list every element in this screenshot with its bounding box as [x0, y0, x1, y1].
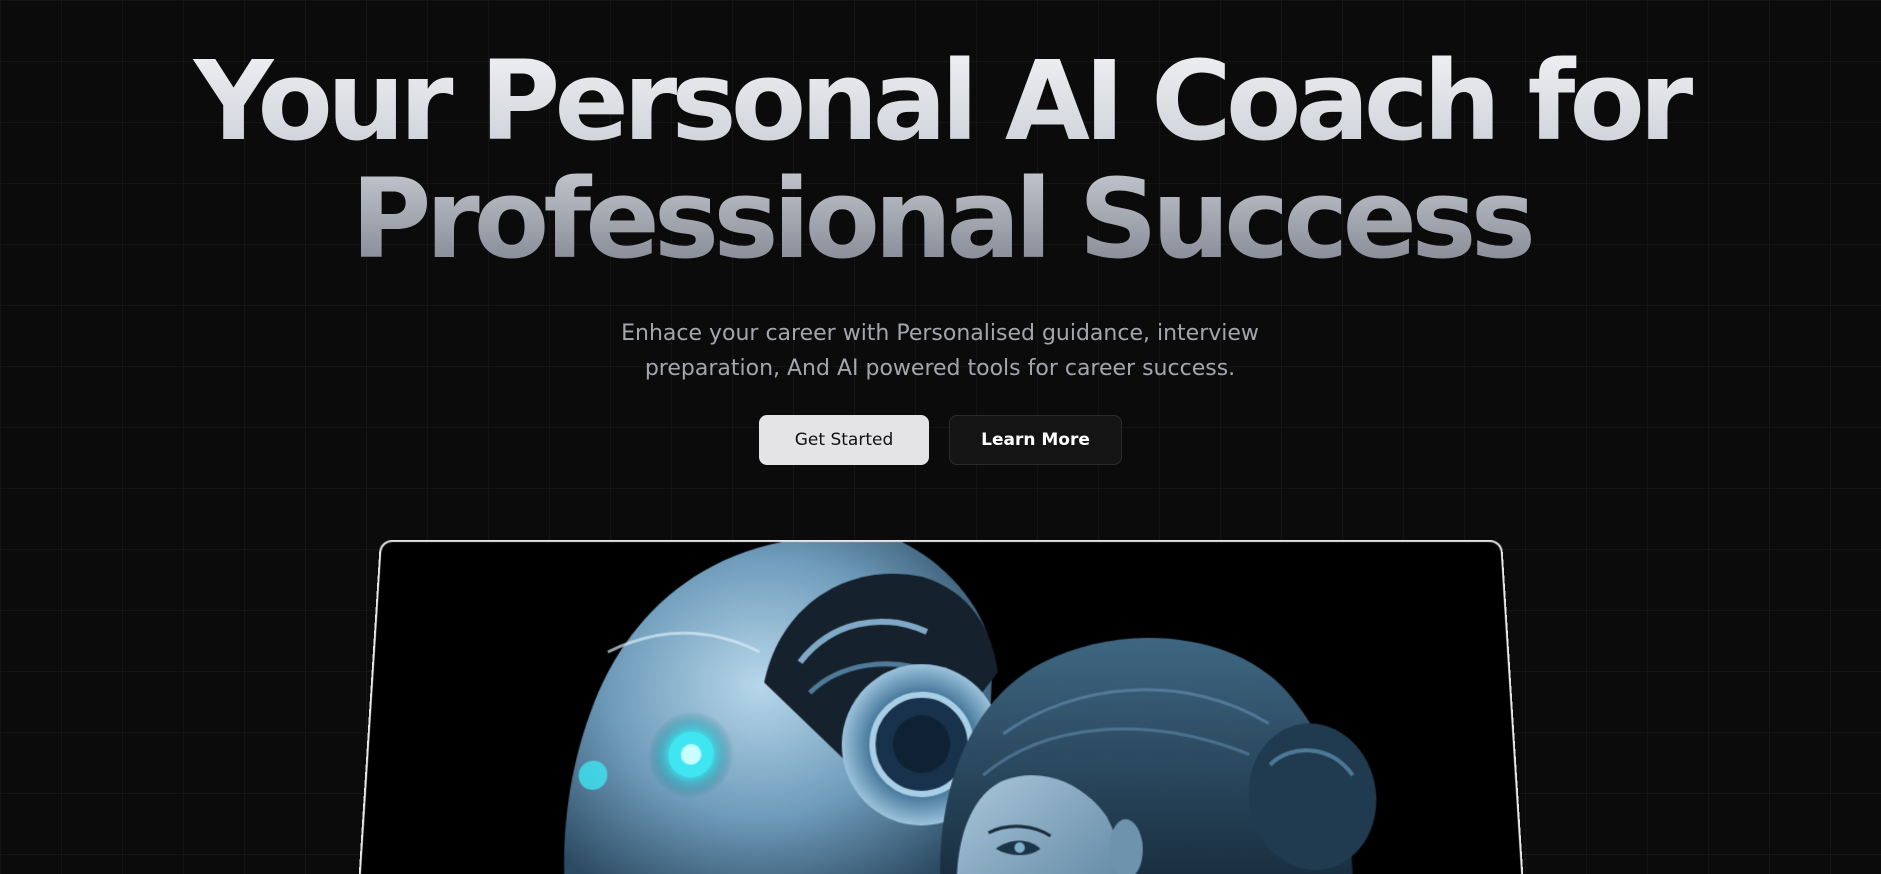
- landing-page: Your Personal AI Coach for Professional …: [0, 0, 1881, 874]
- learn-more-button[interactable]: Learn More: [949, 415, 1122, 465]
- hero-title-line-2: Professional Success: [350, 155, 1531, 283]
- hero-image-frame: [356, 540, 1526, 874]
- hero-title: Your Personal AI Coach for Professional …: [0, 42, 1881, 278]
- hero-title-line-1: Your Personal AI Coach for: [193, 37, 1688, 165]
- get-started-button[interactable]: Get Started: [759, 415, 929, 465]
- robot-and-woman-illustration: [561, 541, 1380, 874]
- hero-subtitle: Enhace your career with Personalised gui…: [621, 321, 1259, 381]
